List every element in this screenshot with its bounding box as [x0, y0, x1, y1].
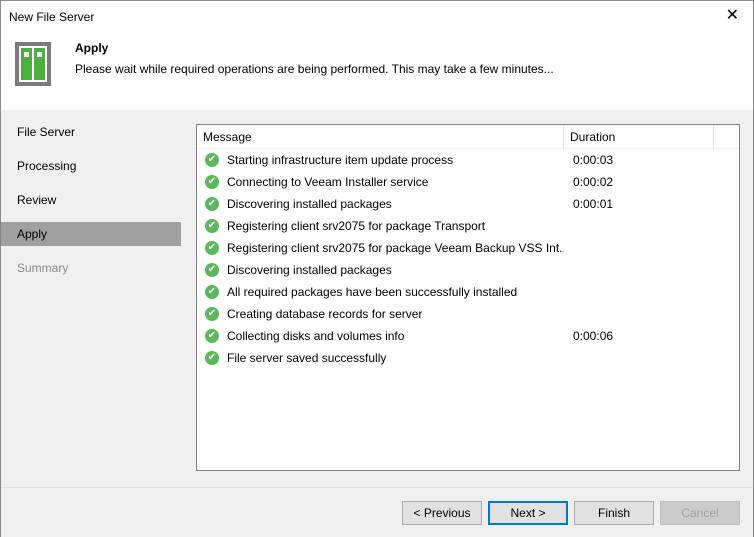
log-message: All required packages have been successf… [227, 285, 518, 299]
sidebar-item-file-server[interactable]: File Server [1, 120, 181, 144]
success-check-icon: ✔ [205, 329, 219, 343]
column-duration[interactable]: Duration [564, 125, 714, 148]
log-message: Discovering installed packages [227, 263, 392, 277]
success-check-icon: ✔ [205, 285, 219, 299]
success-check-icon: ✔ [205, 175, 219, 189]
wizard-window: New File Server ✕ Apply Please wait whil… [0, 0, 754, 537]
success-check-icon: ✔ [205, 219, 219, 233]
success-check-icon: ✔ [205, 241, 219, 255]
log-row[interactable]: ✔ File server saved successfully [197, 347, 739, 369]
log-duration: 0:00:01 [573, 197, 614, 211]
success-check-icon: ✔ [205, 351, 219, 365]
footer: < Previous Next > Finish Cancel [1, 487, 753, 537]
finish-button[interactable]: Finish [574, 501, 654, 525]
page-title: Apply [75, 41, 109, 55]
log-duration: 0:00:02 [573, 175, 614, 189]
list-header: Message Duration [197, 125, 739, 149]
log-message: Creating database records for server [227, 307, 423, 321]
success-check-icon: ✔ [205, 197, 219, 211]
log-duration: 0:00:06 [573, 329, 614, 343]
success-check-icon: ✔ [205, 153, 219, 167]
success-check-icon: ✔ [205, 307, 219, 321]
log-message: Connecting to Veeam Installer service [227, 175, 429, 189]
next-button[interactable]: Next > [488, 501, 568, 525]
log-message: Registering client srv2075 for package T… [227, 219, 486, 233]
main-panel: Message Duration ✔ Starting infrastructur… [181, 110, 753, 487]
log-message: Starting infrastructure item update proc… [227, 153, 454, 167]
log-message: Collecting disks and volumes info [227, 329, 405, 343]
cancel-button: Cancel [660, 501, 740, 525]
file-server-icon [15, 42, 51, 86]
success-check-icon: ✔ [205, 263, 219, 277]
sidebar: File Server Processing Review Apply Summ… [1, 110, 181, 487]
log-duration: 0:00:03 [573, 153, 614, 167]
close-icon[interactable]: ✕ [726, 5, 739, 25]
sidebar-item-apply[interactable]: Apply [1, 222, 181, 246]
log-row[interactable]: ✔ All required packages have been success… [197, 281, 739, 303]
sidebar-item-processing[interactable]: Processing [1, 154, 181, 178]
log-row[interactable]: ✔ Discovering installed packages 0:00:01 [197, 193, 739, 215]
page-subtitle: Please wait while required operations ar… [75, 62, 554, 76]
log-message: File server saved successfully [227, 351, 387, 365]
log-row[interactable]: ✔ Creating database records for server [197, 303, 739, 325]
log-row[interactable]: ✔ Registering client srv2075 for package … [197, 237, 739, 259]
log-row[interactable]: ✔ Collecting disks and volumes info 0:00:0… [197, 325, 739, 347]
header: Apply Please wait while required operati… [1, 32, 753, 110]
window-title: New File Server [9, 10, 95, 24]
sidebar-item-review[interactable]: Review [1, 188, 181, 212]
column-message[interactable]: Message [197, 125, 564, 148]
log-row[interactable]: ✔ Connecting to Veeam Installer service 0:… [197, 171, 739, 193]
log-list[interactable]: Message Duration ✔ Starting infrastructur… [196, 124, 740, 471]
log-message: Discovering installed packages [227, 197, 392, 211]
log-message: Registering client srv2075 for package V… [227, 241, 564, 255]
log-row[interactable]: ✔ Registering client srv2075 for package … [197, 215, 739, 237]
log-row[interactable]: ✔ Starting infrastructure item update pro… [197, 149, 739, 171]
log-row[interactable]: ✔ Discovering installed packages [197, 259, 739, 281]
sidebar-item-summary: Summary [17, 261, 69, 275]
previous-button[interactable]: < Previous [402, 501, 482, 525]
